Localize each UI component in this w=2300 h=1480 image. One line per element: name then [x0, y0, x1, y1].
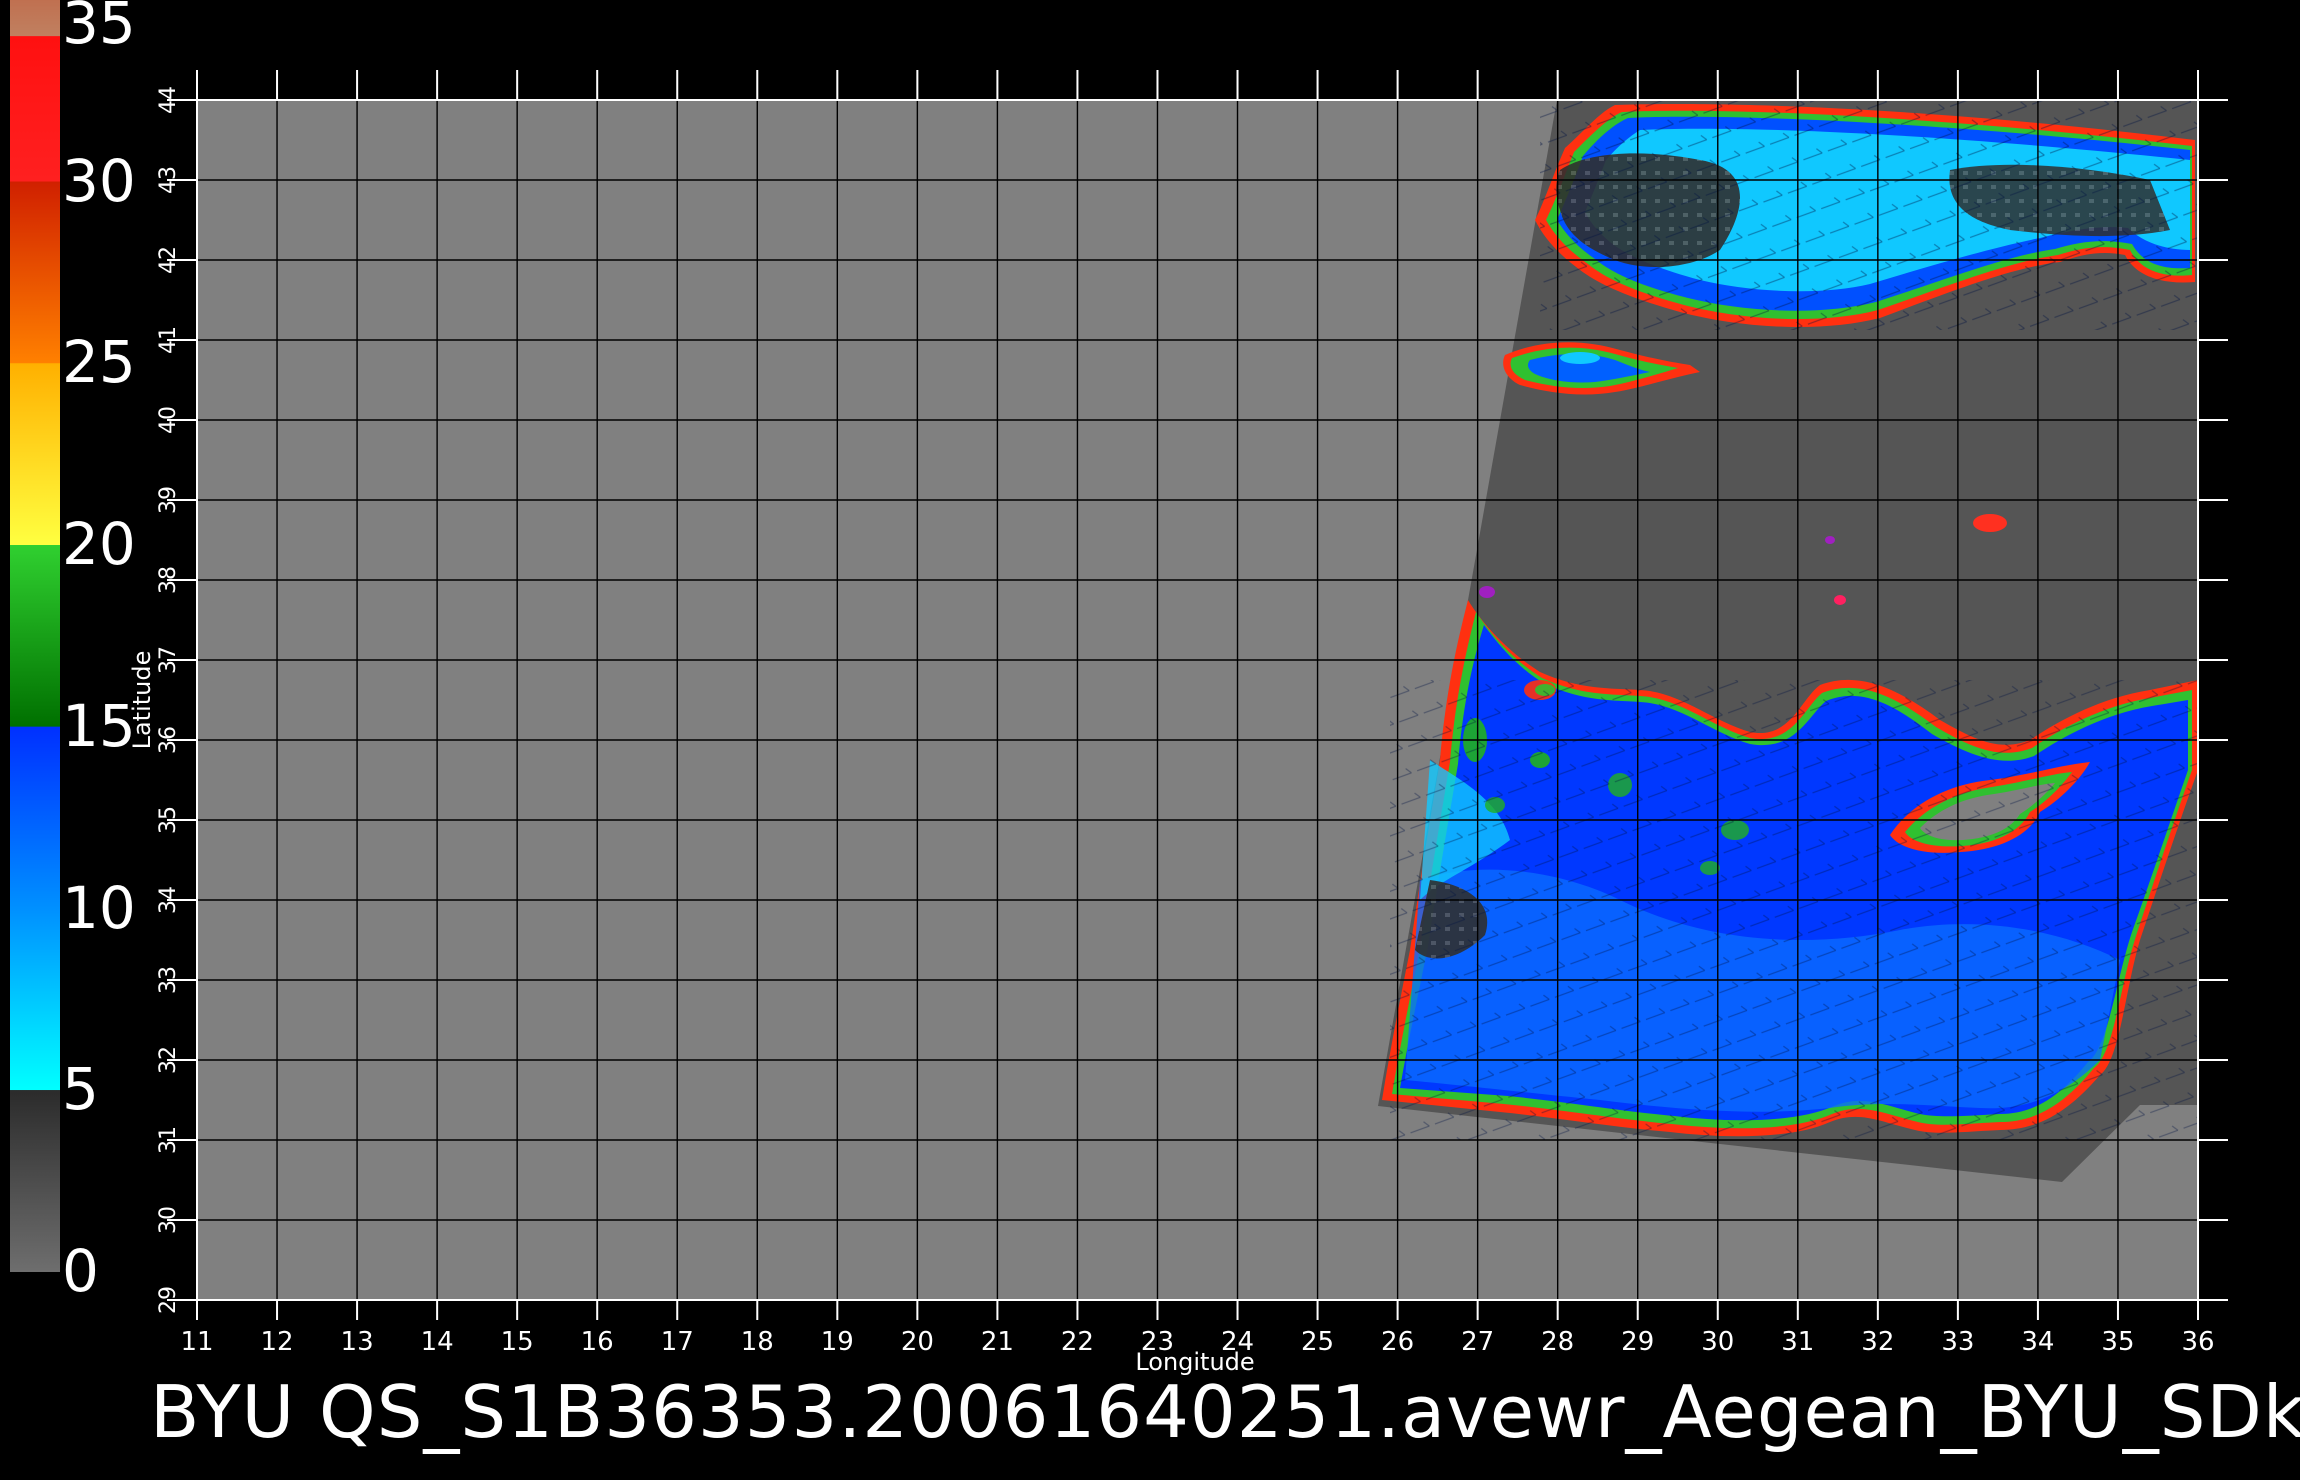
x-tick-label: 29 [1621, 1327, 1654, 1357]
colorbar [10, 0, 60, 1272]
x-tick-label: 14 [421, 1327, 454, 1357]
y-tick-label: 39 [156, 486, 181, 514]
marker-island [1973, 514, 2007, 532]
x-tick-label: 35 [2101, 1327, 2134, 1357]
y-tick-label: 33 [156, 966, 181, 994]
x-tick-label: 16 [581, 1327, 614, 1357]
y-tick-label: 44 [156, 86, 181, 114]
colorbar-tick-label: 10 [62, 873, 136, 942]
colorbar-tick-label: 0 [62, 1237, 99, 1305]
marker-island [1825, 536, 1835, 544]
x-tick-label: 28 [1541, 1327, 1574, 1357]
x-tick-label: 20 [901, 1327, 934, 1357]
colorbar-tick-label: 30 [62, 146, 136, 215]
x-tick-label: 11 [180, 1327, 213, 1357]
x-tick-label: 26 [1381, 1327, 1414, 1357]
x-tick-label: 12 [260, 1327, 293, 1357]
marker-island [1479, 586, 1495, 598]
y-tick-label: 32 [156, 1046, 181, 1074]
y-tick-label: 31 [156, 1126, 181, 1154]
colorbar-tick-label: 35 [62, 0, 136, 57]
y-tick-label: 40 [156, 406, 181, 434]
colorbar-tick-label: 25 [62, 328, 136, 397]
x-tick-label: 30 [1701, 1327, 1734, 1357]
x-tick-label: 31 [1781, 1327, 1814, 1357]
y-tick-label: 30 [156, 1206, 181, 1234]
x-tick-label: 36 [2181, 1327, 2214, 1357]
image-caption: BYU QS_S1B36353.20061640251.avewr_Aegean… [150, 1370, 2300, 1454]
y-tick-label: 34 [156, 886, 181, 914]
x-tick-label: 21 [981, 1327, 1014, 1357]
colorbar-tick-label: 5 [62, 1055, 99, 1124]
x-tick-label: 32 [1861, 1327, 1894, 1357]
y-tick-label: 29 [156, 1286, 181, 1314]
x-tick-label: 33 [1941, 1327, 1974, 1357]
colorbar-tick-label: 15 [62, 691, 136, 760]
mediterranean-wind-field [1382, 600, 2198, 1140]
y-tick-label: 43 [156, 166, 181, 194]
x-tick-label: 34 [2021, 1327, 2054, 1357]
x-tick-label: 13 [341, 1327, 374, 1357]
x-tick-label: 27 [1461, 1327, 1494, 1357]
y-tick-label: 42 [156, 246, 181, 274]
marker-island [1834, 595, 1846, 605]
y-tick-label: 41 [156, 326, 181, 354]
y-tick-label: 36 [156, 726, 181, 754]
x-tick-label: 18 [741, 1327, 774, 1357]
x-tick-label: 17 [661, 1327, 694, 1357]
colorbar-tick-label: 20 [62, 510, 136, 579]
x-tick-label: 25 [1301, 1327, 1334, 1357]
x-tick-label: 15 [501, 1327, 534, 1357]
wind-speed-map: 11 12 13 14 15 16 17 18 19 20 21 22 23 24 25 26 27 28 29 30… [10, 0, 2228, 1376]
y-tick-label: 37 [156, 646, 181, 674]
x-tick-label: 19 [821, 1327, 854, 1357]
y-tick-label: 35 [156, 806, 181, 834]
black-sea-wind-field [1535, 100, 2198, 330]
y-tick-label: 38 [156, 566, 181, 594]
x-tick-label: 22 [1061, 1327, 1094, 1357]
